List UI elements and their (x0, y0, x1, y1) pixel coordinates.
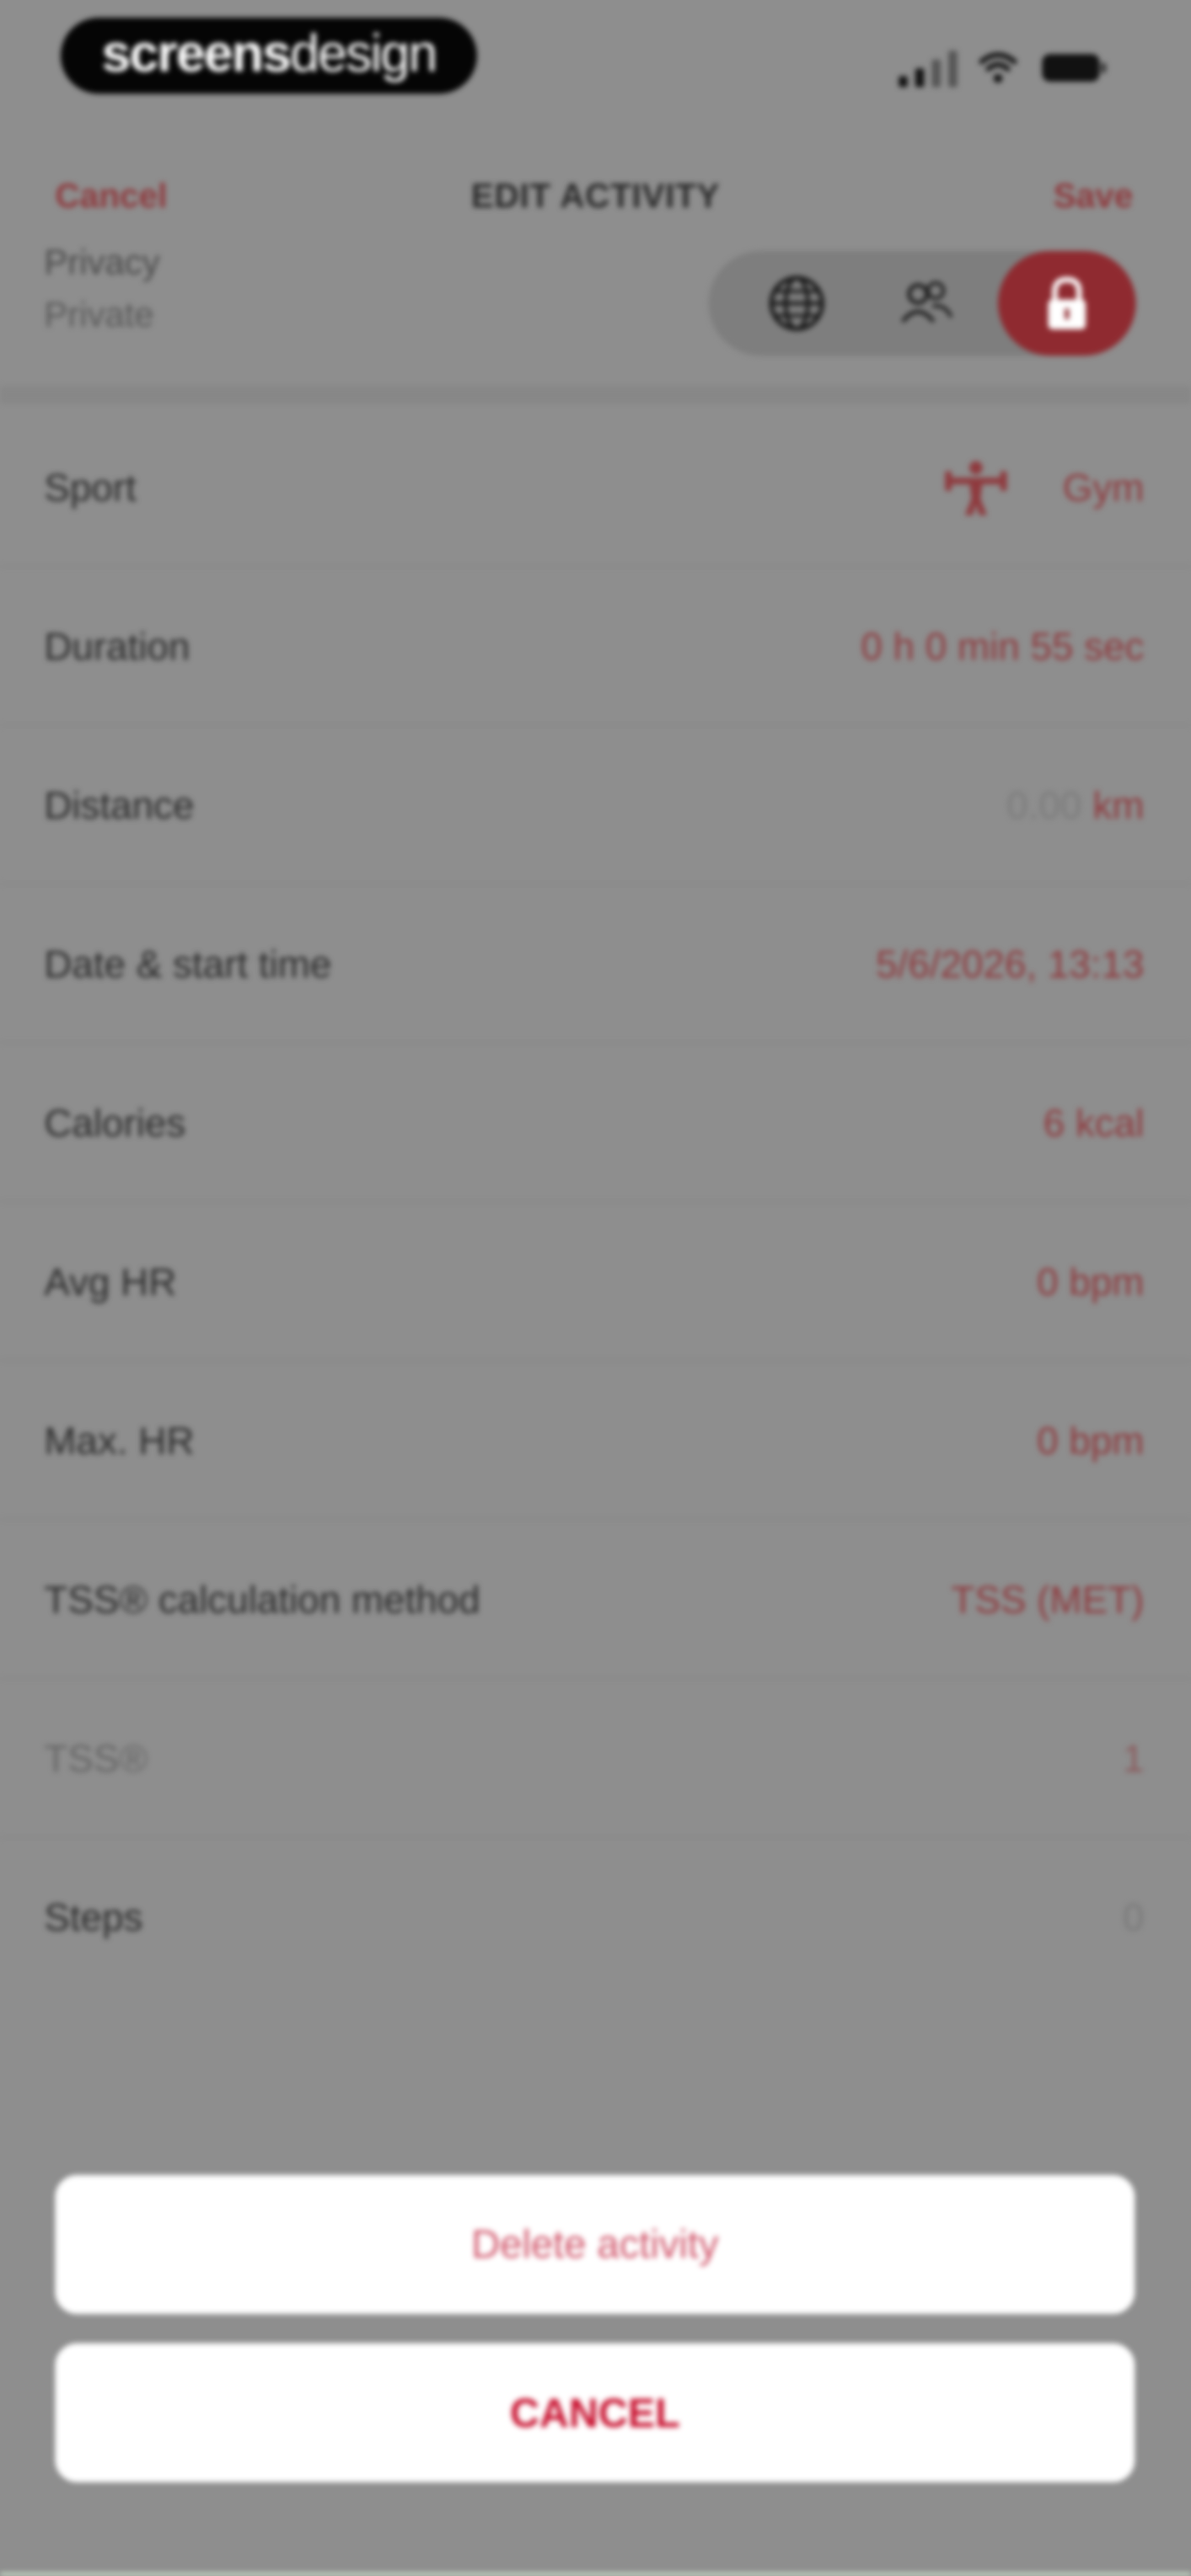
tss-value: 1 (1123, 1737, 1144, 1780)
tss-method-value: TSS (MET) (951, 1578, 1144, 1621)
bottom-edge (0, 2573, 1191, 2576)
max-hr-value: 0 bpm (1037, 1419, 1144, 1462)
wifi-icon (979, 52, 1017, 83)
sport-value: Gym (1063, 466, 1144, 509)
distance-unit: km (1092, 784, 1144, 827)
battery-icon (1042, 54, 1106, 82)
tss-method-row[interactable]: TSS® calculation method TSS (MET) (0, 1520, 1191, 1679)
gym-icon (945, 461, 1007, 515)
date-start-time-label: Date & start time (44, 943, 332, 986)
duration-value: 0 h 0 min 55 sec (861, 625, 1144, 668)
page-title: EDIT ACTIVITY (471, 177, 720, 215)
max-hr-row[interactable]: Max. HR 0 bpm (0, 1361, 1191, 1520)
duration-row[interactable]: Duration 0 h 0 min 55 sec (0, 567, 1191, 726)
friends-icon (901, 281, 953, 323)
privacy-private-option[interactable] (998, 251, 1136, 356)
section-divider (0, 386, 1191, 404)
edit-activity-screen: screens design Cancel EDIT ACTIVITY Save … (0, 0, 1191, 2576)
duration-label: Duration (44, 625, 190, 668)
date-start-time-row[interactable]: Date & start time 5/6/2026, 13:13 (0, 885, 1191, 1044)
lock-icon (1048, 276, 1086, 329)
privacy-value: Private (44, 295, 154, 334)
avg-hr-value: 0 bpm (1037, 1260, 1144, 1303)
avg-hr-label: Avg HR (44, 1260, 176, 1303)
distance-label: Distance (44, 784, 195, 827)
calories-row[interactable]: Calories 6 kcal (0, 1044, 1191, 1203)
privacy-toggle (709, 251, 1136, 356)
tss-row: TSS® 1 (0, 1679, 1191, 1838)
steps-value: 0 (1123, 1896, 1144, 1939)
privacy-friends-option[interactable] (857, 251, 995, 356)
privacy-public-option[interactable] (728, 251, 866, 356)
calories-label: Calories (44, 1102, 186, 1145)
brand-bold-text: screens (101, 24, 292, 83)
privacy-label: Privacy (44, 242, 160, 282)
delete-activity-button[interactable]: Delete activity (55, 2175, 1135, 2314)
tss-label: TSS® (44, 1737, 148, 1780)
tss-method-label: TSS® calculation method (44, 1578, 480, 1621)
screensdesign-logo: screens design (61, 18, 477, 94)
sport-row[interactable]: Sport Gym (0, 408, 1191, 567)
steps-row[interactable]: Steps 0 (0, 1838, 1191, 1997)
signal-icon (899, 51, 957, 87)
avg-hr-row[interactable]: Avg HR 0 bpm (0, 1203, 1191, 1361)
steps-label: Steps (44, 1896, 143, 1939)
distance-value[interactable]: 0.00 km (1006, 726, 1144, 885)
date-start-time-value: 5/6/2026, 13:13 (876, 943, 1144, 986)
calories-value: 6 kcal (1043, 1102, 1144, 1145)
max-hr-label: Max. HR (44, 1419, 195, 1462)
brand-light-text: design (290, 24, 438, 83)
globe-icon (769, 276, 824, 331)
distance-placeholder: 0.00 (1006, 784, 1082, 827)
save-button[interactable]: Save (1053, 177, 1133, 216)
distance-row[interactable]: Distance 0.00 km (0, 726, 1191, 885)
sport-label: Sport (44, 466, 137, 509)
sheet-cancel-button[interactable]: CANCEL (55, 2343, 1135, 2482)
